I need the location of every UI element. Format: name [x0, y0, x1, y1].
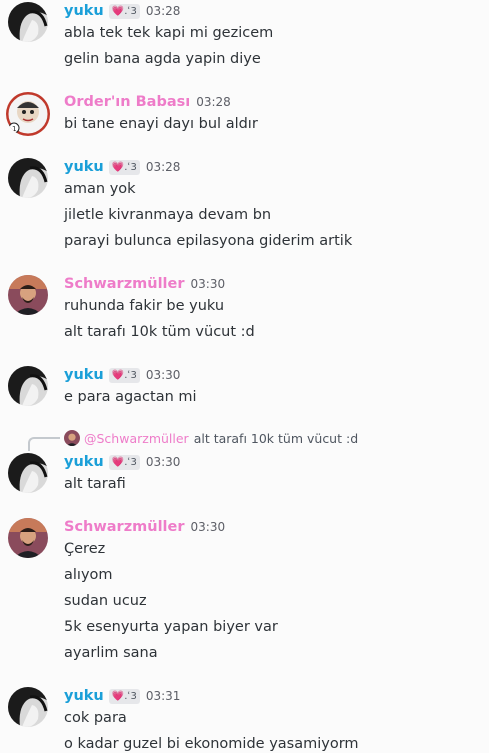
reply-author[interactable]: @Schwarzmüller [84, 431, 189, 446]
reply-avatar [64, 430, 80, 446]
reply-preview[interactable]: @Schwarzmüller alt tarafı 10k tüm vücut … [64, 430, 358, 446]
author-name[interactable]: Schwarzmüller [64, 518, 185, 536]
user-badge: 💗.ʿ3 [108, 367, 140, 383]
author-name[interactable]: yuku [64, 2, 104, 20]
message-text: alıyom [64, 567, 113, 583]
author-name[interactable]: yuku [64, 453, 104, 471]
timestamp: 03:28 [145, 160, 181, 174]
timestamp: 03:30 [190, 277, 226, 291]
avatar-yuku[interactable] [8, 453, 48, 493]
avatar-order-babasi[interactable]: 1 [6, 92, 50, 136]
avatar-yuku[interactable] [8, 687, 48, 727]
user-badge: 💗.ʿ3 [108, 159, 140, 175]
message-text: jiletle kivranmaya devam bn [64, 207, 272, 223]
avatar-yuku[interactable] [8, 2, 48, 42]
message-text: ruhunda fakir be yuku [64, 298, 225, 314]
timestamp: 03:31 [145, 689, 181, 703]
avatar-yuku[interactable] [8, 158, 48, 198]
author-name[interactable]: Order'ın Babası [64, 93, 190, 111]
message-text: parayi bulunca epilasyona giderim artik [64, 233, 353, 249]
message-text: e para agactan mi [64, 389, 197, 405]
message-text: alt tarafi [64, 476, 126, 492]
user-badge: 💗.ʿ3 [108, 454, 140, 470]
timestamp: 03:28 [196, 95, 231, 109]
message-text: 5k esenyurta yapan biyer var [64, 619, 278, 635]
message-text: sudan ucuz [64, 593, 147, 609]
svg-text:1: 1 [12, 125, 16, 133]
message-text: o kadar guzel bi ekonomide yasamiyorm [64, 736, 359, 752]
message-text: cok para [64, 710, 127, 726]
avatar-yuku[interactable] [8, 366, 48, 406]
message-text: aman yok [64, 181, 136, 197]
reply-text[interactable]: alt tarafı 10k tüm vücut :d [194, 431, 358, 446]
author-name[interactable]: yuku [64, 366, 104, 384]
timestamp: 03:30 [190, 520, 226, 534]
timestamp: 03:30 [145, 455, 181, 469]
author-name[interactable]: Schwarzmüller [64, 275, 185, 293]
avatar-schwarzmuller[interactable] [8, 275, 48, 315]
reply-spine-icon [28, 437, 60, 451]
avatar-schwarzmuller[interactable] [8, 518, 48, 558]
message-text: alt tarafı 10k tüm vücut :d [64, 324, 255, 340]
message-text: bi tane enayi dayı bul aldır [64, 116, 258, 132]
message-text: abla tek tek kapi mi gezicem [64, 25, 274, 41]
user-badge: 💗.ʿ3 [108, 688, 140, 704]
author-name[interactable]: yuku [64, 687, 104, 705]
message-text: Çerez [64, 541, 106, 557]
timestamp: 03:28 [145, 4, 181, 18]
author-name[interactable]: yuku [64, 158, 104, 176]
timestamp: 03:30 [145, 368, 181, 382]
user-badge: 💗.ʿ3 [108, 3, 140, 19]
message-text: gelin bana agda yapin diye [64, 51, 261, 67]
message-text: ayarlim sana [64, 645, 158, 661]
